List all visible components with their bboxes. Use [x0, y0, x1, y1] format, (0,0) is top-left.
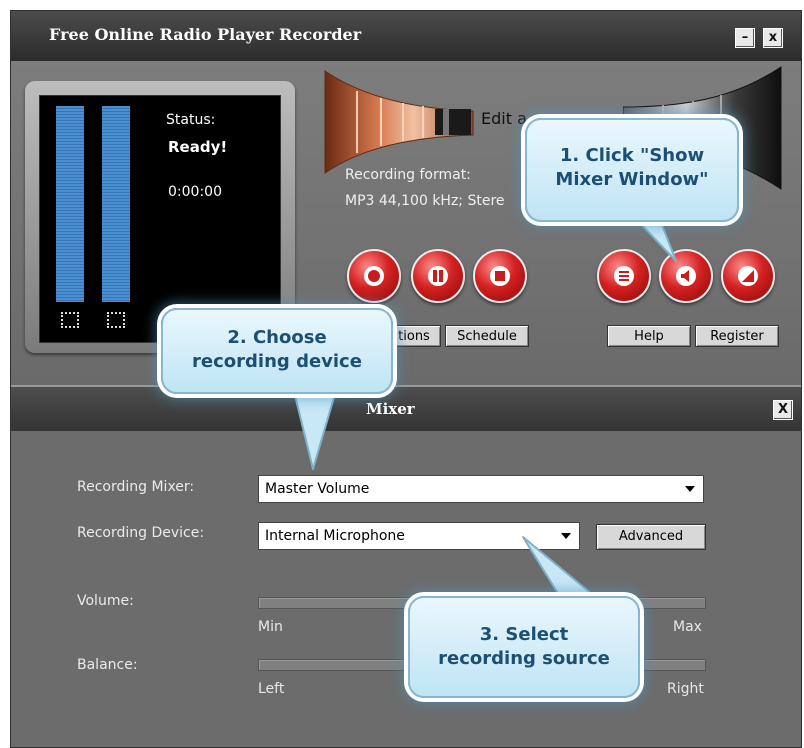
callout-step-2-line2: recording device [192, 351, 362, 372]
callout-step-2: 2. Choose recording device [161, 308, 393, 394]
app-window: Free Online Radio Player Recorder – x St… [10, 10, 802, 748]
callout-step-3: 3. Select recording source [408, 596, 640, 698]
callout-step-2-line1: 2. Choose [227, 327, 327, 348]
callout-step-1-line1: 1. Click "Show [559, 145, 705, 166]
callout-step-3-line2: recording source [438, 648, 610, 669]
callout-step-1-line2: Mixer Window" [555, 169, 709, 190]
callout-step-1: 1. Click "Show Mixer Window" [525, 118, 739, 222]
callout-step-3-line1: 3. Select [479, 624, 569, 645]
